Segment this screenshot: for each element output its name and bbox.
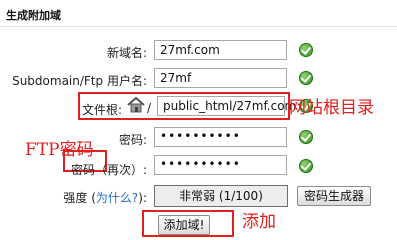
divider — [0, 26, 397, 27]
password-again-input[interactable]: •••••••••• — [154, 155, 287, 175]
strength-meter: 非常弱 (1/100) — [154, 185, 288, 207]
docroot-annotation: 网站根目录 — [289, 98, 374, 118]
strength-label: 强度 (为什么?): — [63, 191, 147, 205]
password-label: 密码: — [118, 133, 147, 147]
page-title: 生成附加域 — [6, 9, 61, 22]
why-link[interactable]: 为什么? — [96, 191, 138, 205]
password-generator-button[interactable]: 密码生成器 — [297, 186, 371, 206]
new-domain-label: 新域名: — [106, 46, 147, 60]
check-icon — [299, 130, 313, 144]
ftp-username-input[interactable]: 27mf — [154, 68, 287, 88]
new-domain-input[interactable]: 27mf.com — [154, 40, 287, 60]
check-icon — [299, 71, 313, 85]
annotation-box-add — [142, 210, 234, 237]
ftp-username-label: Subdomain/Ftp 用户名: — [12, 74, 147, 88]
add-annotation: 添加 — [242, 212, 276, 232]
check-icon — [299, 43, 313, 57]
check-icon — [299, 159, 313, 173]
password-again-label: 密码（再次）: — [70, 163, 147, 177]
annotation-box-docroot — [78, 92, 290, 120]
password-input[interactable]: •••••••••• — [154, 127, 287, 147]
